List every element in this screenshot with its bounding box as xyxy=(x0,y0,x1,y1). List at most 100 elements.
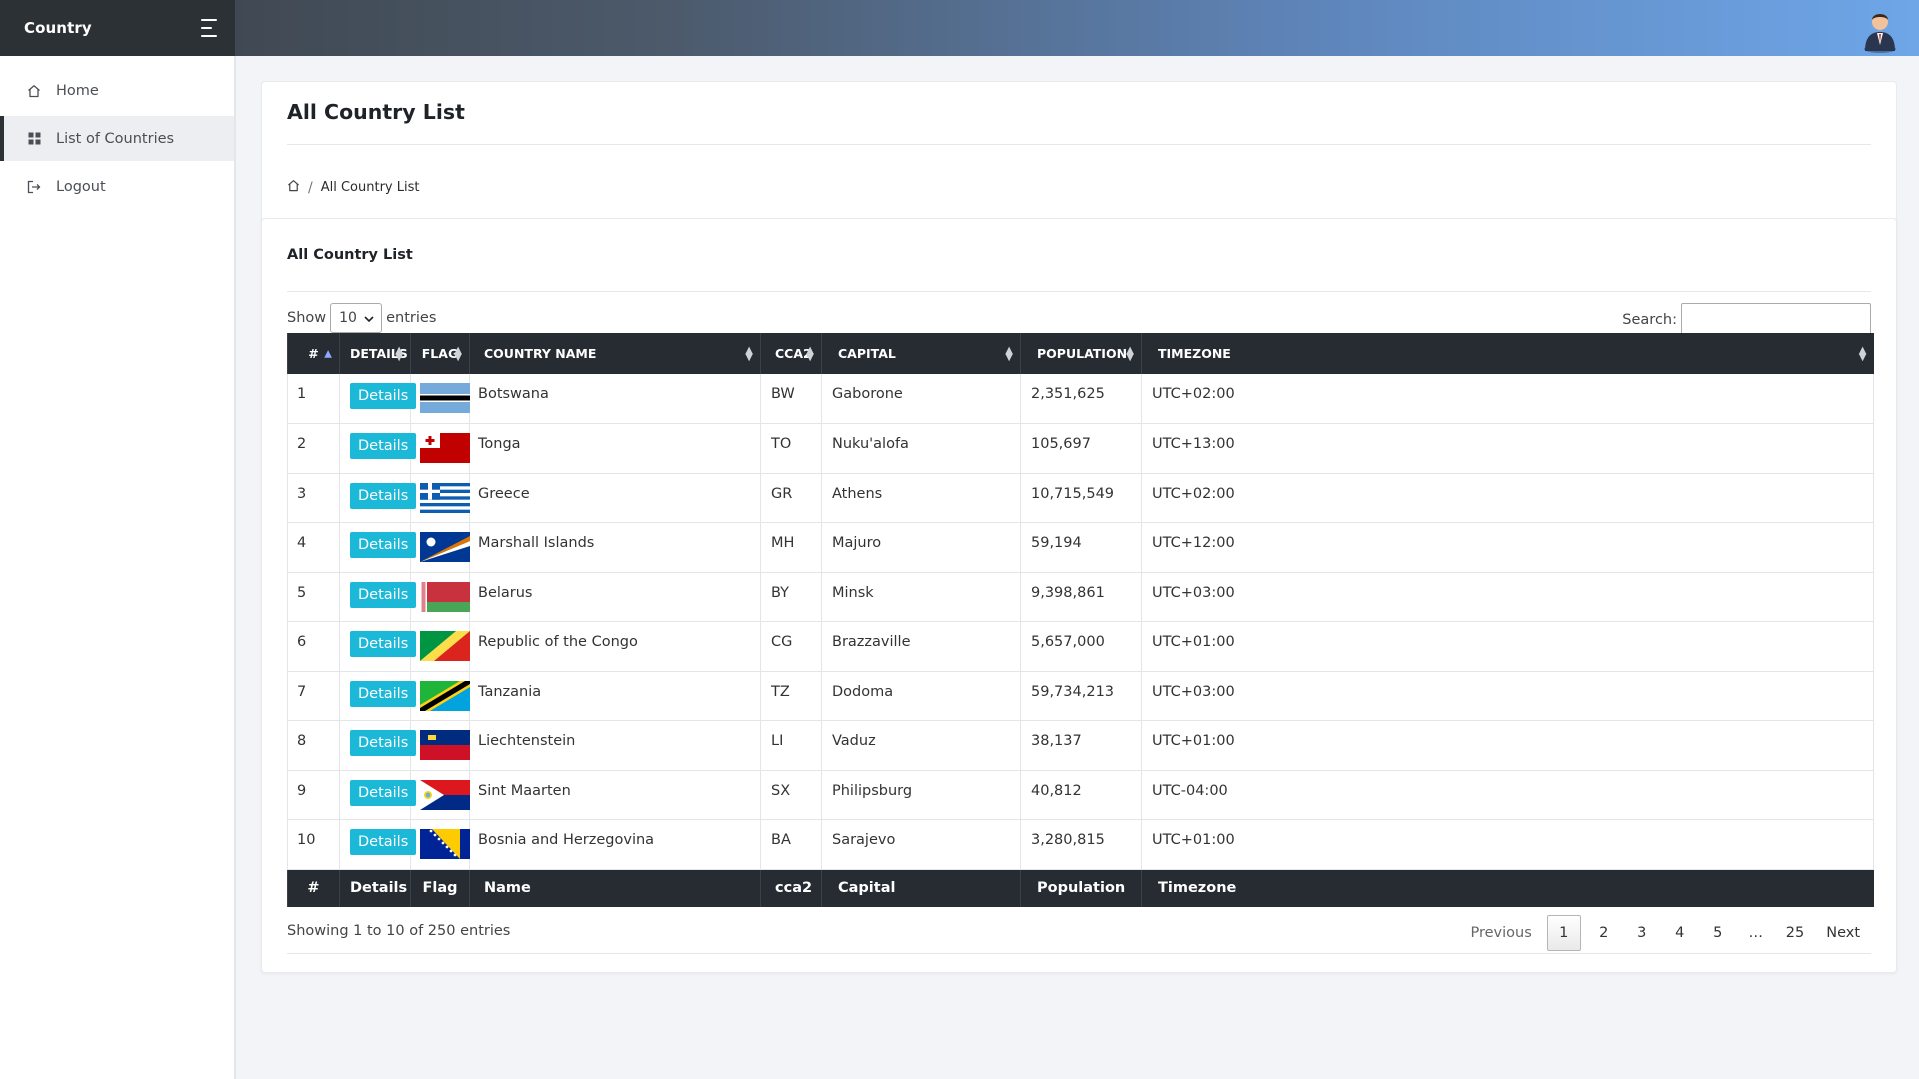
cell-flag xyxy=(410,720,470,771)
cell-number: 8 xyxy=(287,720,340,771)
table-row: 3 Details Greece GR Athens 10,715,549 UTC+02:0… xyxy=(287,473,1874,523)
details-button[interactable]: Details xyxy=(350,829,417,855)
cell-cca2: BY xyxy=(760,572,822,622)
footer-header-flag: Flag xyxy=(410,869,470,907)
cell-country-name: Sint Maarten xyxy=(469,770,761,820)
sort-icon: ▲ ▼ xyxy=(454,344,462,363)
sidebar-item-list-of-countries[interactable]: List of Countries xyxy=(0,116,234,161)
pagination-page-5[interactable]: 5 xyxy=(1699,915,1737,951)
divider xyxy=(287,953,1871,954)
cell-population: 9,398,861 xyxy=(1020,572,1142,622)
table-row: 5 Details Belarus BY Minsk 9,398,861 UTC+03:00 xyxy=(287,572,1874,622)
details-button[interactable]: Details xyxy=(350,383,417,409)
table-row: 8 Details Liechtenstein LI Vaduz 38,137 UTC+01… xyxy=(287,720,1874,771)
top-bar: Country xyxy=(0,0,1919,56)
cell-number: 1 xyxy=(287,374,340,424)
column-header-cca2[interactable]: CCA2 ▲ ▼ xyxy=(760,333,822,374)
table-row: 7 Details Tanzania TZ Dodoma 59,734,213 UTC+03… xyxy=(287,671,1874,721)
cell-number: 5 xyxy=(287,572,340,622)
cell-flag xyxy=(410,572,470,622)
details-button[interactable]: Details xyxy=(350,433,417,459)
cell-country-name: Botswana xyxy=(469,374,761,424)
cell-number: 9 xyxy=(287,770,340,820)
details-button[interactable]: Details xyxy=(350,779,417,806)
cell-capital: Sarajevo xyxy=(821,819,1021,870)
search-input[interactable] xyxy=(1681,303,1871,336)
main-content: All Country List / All Country List All … xyxy=(238,56,1919,1079)
cell-country-name: Belarus xyxy=(469,572,761,622)
column-header-population[interactable]: POPULATION ▲ ▼ xyxy=(1020,333,1142,374)
details-button[interactable]: Details xyxy=(350,631,417,657)
column-header-country-name[interactable]: COUNTRY NAME ▲ ▼ xyxy=(469,333,761,374)
details-button[interactable]: Details xyxy=(350,482,417,509)
sidebar-item-label: Logout xyxy=(56,178,106,195)
entries-length-value: 10 xyxy=(339,310,357,326)
cell-number: 2 xyxy=(287,423,340,474)
cell-capital: Nuku'alofa xyxy=(821,423,1021,474)
pagination-previous[interactable]: Previous xyxy=(1459,915,1542,951)
pagination-page-4[interactable]: 4 xyxy=(1661,915,1699,951)
breadcrumb-home-icon[interactable] xyxy=(287,179,300,196)
cell-population: 10,715,549 xyxy=(1020,473,1142,523)
details-button[interactable]: Details xyxy=(350,581,417,608)
sort-icon: ▲ ▼ xyxy=(745,344,753,363)
cell-population: 5,657,000 xyxy=(1020,621,1142,672)
column-header-capital[interactable]: CAPITAL ▲ ▼ xyxy=(821,333,1021,374)
sidebar-item-home[interactable]: Home xyxy=(0,68,234,113)
pagination-next[interactable]: Next xyxy=(1815,915,1871,951)
cell-timezone: UTC+01:00 xyxy=(1141,720,1874,771)
user-avatar[interactable] xyxy=(1859,5,1901,53)
menu-toggle-icon[interactable] xyxy=(201,19,223,37)
sidebar-item-label: List of Countries xyxy=(56,130,175,147)
details-button[interactable]: Details xyxy=(350,680,417,707)
cell-timezone: UTC+02:00 xyxy=(1141,473,1874,523)
chevron-down-icon xyxy=(364,310,374,326)
sort-icon: ▲ ▼ xyxy=(1005,344,1013,363)
entries-length-select[interactable]: 10 xyxy=(330,303,383,333)
cell-number: 6 xyxy=(287,621,340,672)
cell-cca2: GR xyxy=(760,473,822,523)
flag-image xyxy=(420,779,470,810)
cell-flag xyxy=(410,473,470,523)
divider xyxy=(287,144,1871,145)
sort-icon: ▲ ▼ xyxy=(1858,344,1867,363)
country-table-card: All Country List Show 10 entries Search: xyxy=(261,218,1897,973)
cell-timezone: UTC+01:00 xyxy=(1141,621,1874,672)
cell-timezone: UTC-04:00 xyxy=(1141,770,1874,820)
table-info: Showing 1 to 10 of 250 entries xyxy=(287,923,511,939)
table-card-title: All Country List xyxy=(287,247,413,263)
details-button[interactable]: Details xyxy=(350,532,417,558)
footer-header-population: Population xyxy=(1020,869,1142,907)
details-button[interactable]: Details xyxy=(350,730,417,756)
pagination-page-25[interactable]: 25 xyxy=(1775,915,1815,951)
column-header-flag[interactable]: FLAG ▲ ▼ xyxy=(410,333,470,374)
cell-details: Details xyxy=(339,522,417,573)
cell-population: 59,194 xyxy=(1020,522,1142,573)
cell-cca2: MH xyxy=(760,522,822,573)
sort-icon: ▲ ▼ xyxy=(1126,344,1134,363)
cell-timezone: UTC+01:00 xyxy=(1141,819,1874,870)
pagination-page-3[interactable]: 3 xyxy=(1623,915,1661,951)
cell-cca2: BA xyxy=(760,819,822,870)
column-header-timezone[interactable]: TIMEZONE ▲ ▼ xyxy=(1141,333,1874,374)
sidebar-item-logout[interactable]: Logout xyxy=(0,164,234,209)
column-header-number[interactable]: # ▲ xyxy=(287,333,340,374)
show-label: Show xyxy=(287,310,327,326)
footer-header-number: # xyxy=(287,869,340,907)
cell-details: Details xyxy=(339,572,417,622)
cell-cca2: CG xyxy=(760,621,822,672)
pagination-page-2[interactable]: 2 xyxy=(1585,915,1623,951)
footer-header-timezone: Timezone xyxy=(1141,869,1874,907)
cell-country-name: Bosnia and Herzegovina xyxy=(469,819,761,870)
flag-image xyxy=(420,680,470,711)
cell-population: 40,812 xyxy=(1020,770,1142,820)
cell-details: Details xyxy=(339,819,417,870)
pagination-page-1[interactable]: 1 xyxy=(1546,915,1581,951)
column-header-details[interactable]: DETAILS ▲ ▼ xyxy=(339,333,411,374)
cell-capital: Gaborone xyxy=(821,374,1021,424)
cell-population: 105,697 xyxy=(1020,423,1142,474)
footer-header-capital: Capital xyxy=(821,869,1021,907)
cell-cca2: BW xyxy=(760,374,822,424)
flag-image xyxy=(420,383,470,413)
home-icon xyxy=(26,83,42,99)
